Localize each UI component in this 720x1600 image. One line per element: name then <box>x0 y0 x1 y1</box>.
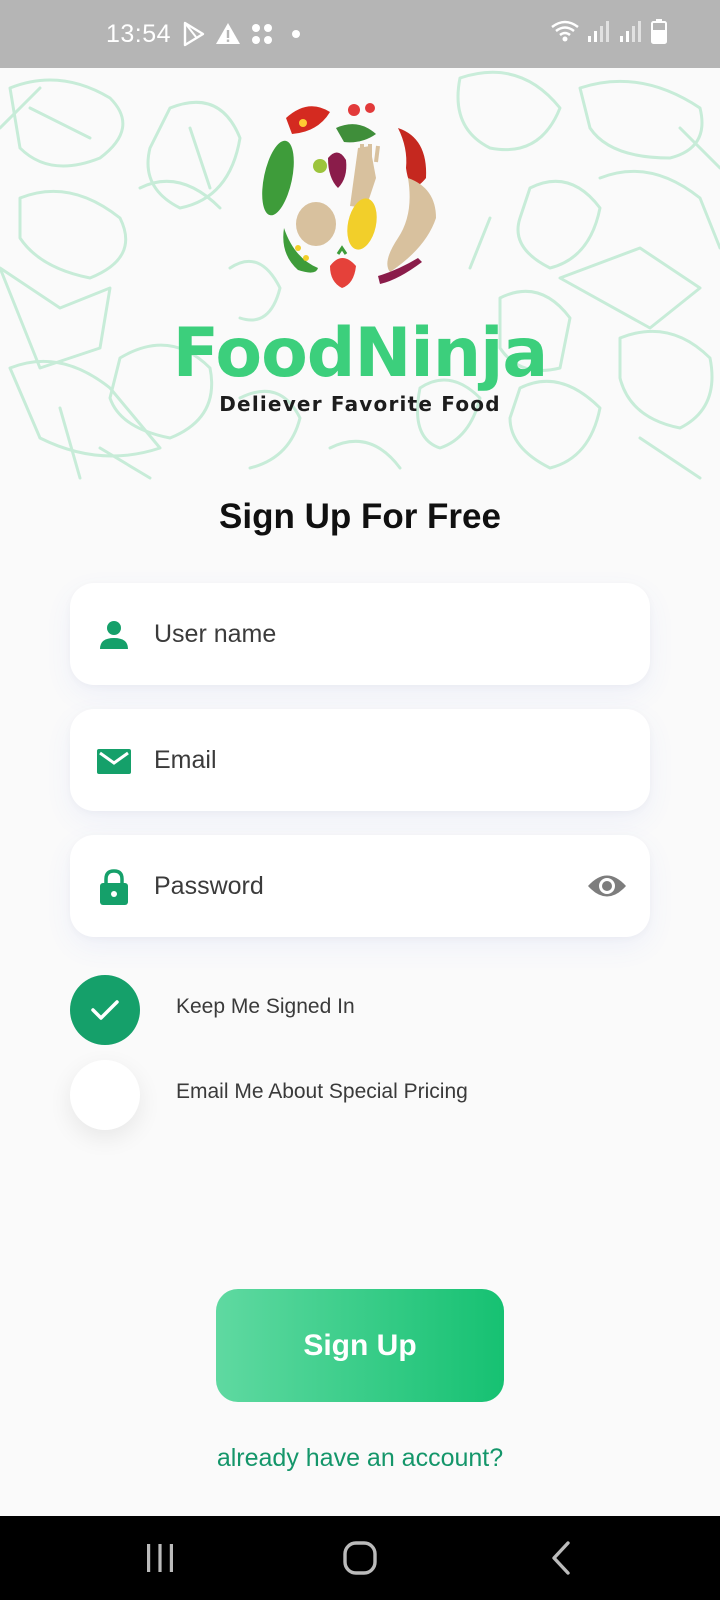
status-right <box>550 18 668 51</box>
back-icon[interactable] <box>540 1536 584 1580</box>
status-bar: 13:54 <box>0 0 720 68</box>
keep-signed-in-checkbox[interactable] <box>70 975 140 1045</box>
hero-banner: FoodNinja Deliever Favorite Food <box>0 68 720 480</box>
play-store-icon <box>181 21 207 47</box>
page-title: Sign Up For Free <box>219 497 501 536</box>
login-link[interactable]: already have an account? <box>0 1444 720 1473</box>
option-keep-signed-in[interactable]: Keep Me Signed In <box>70 975 355 1045</box>
checkmark-icon <box>91 1000 119 1020</box>
username-field[interactable] <box>70 583 650 685</box>
food-logo-illustration <box>262 103 436 288</box>
home-icon[interactable] <box>338 1536 382 1580</box>
username-input[interactable] <box>154 583 554 685</box>
option-email-special-pricing[interactable]: Email Me About Special Pricing <box>70 1060 468 1130</box>
user-icon <box>94 615 134 655</box>
password-field[interactable] <box>70 835 650 937</box>
recent-apps-icon[interactable] <box>138 1536 182 1580</box>
sign-up-button[interactable]: Sign Up <box>216 1289 504 1402</box>
special-pricing-label: Email Me About Special Pricing <box>176 1080 468 1103</box>
grid-dots-icon <box>249 21 275 47</box>
signal-icon <box>586 18 612 51</box>
dot-icon <box>283 21 309 47</box>
email-input[interactable] <box>154 709 554 811</box>
keep-signed-in-label: Keep Me Signed In <box>176 995 355 1018</box>
eye-icon[interactable] <box>586 869 628 903</box>
email-field[interactable] <box>70 709 650 811</box>
brand-name: FoodNinja <box>172 314 549 393</box>
brand-tagline: Deliever Favorite Food <box>219 392 501 416</box>
status-time: 13:54 <box>106 19 172 48</box>
lock-icon <box>94 867 134 907</box>
wifi-icon <box>550 18 580 51</box>
battery-icon <box>650 18 668 51</box>
special-pricing-checkbox[interactable] <box>70 1060 140 1130</box>
warning-icon <box>215 21 241 47</box>
mail-icon <box>94 741 134 781</box>
password-input[interactable] <box>154 835 554 937</box>
system-nav-bar <box>0 1516 720 1600</box>
signal-icon-2 <box>618 18 644 51</box>
